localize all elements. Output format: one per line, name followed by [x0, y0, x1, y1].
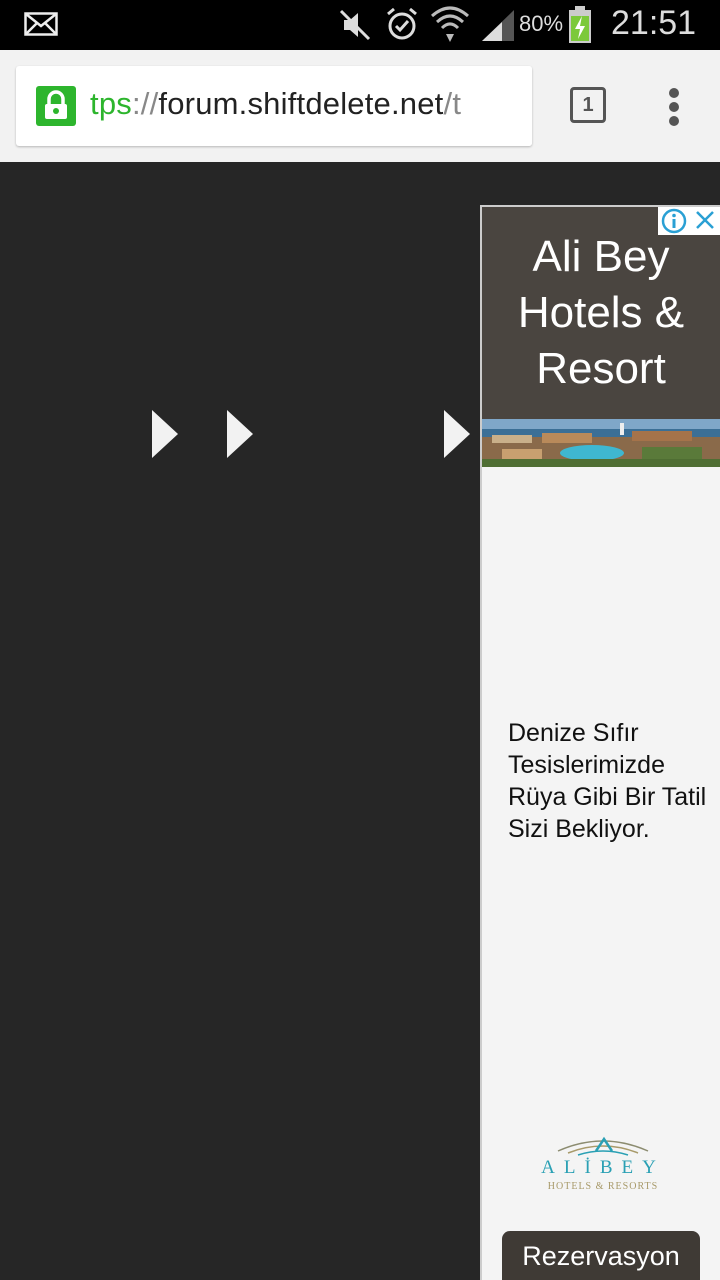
play-arrow-icon[interactable] [444, 410, 470, 458]
url-scheme: tps [90, 86, 132, 121]
alarm-icon [387, 7, 417, 40]
status-bar: 80% 21:51 [0, 0, 720, 50]
advertisement[interactable]: Ali Bey Hotels & Resort Denize Sıfır Tes… [480, 205, 720, 1280]
url-bar[interactable]: tps://forum.shiftdelete.net/t [16, 66, 532, 146]
ad-logo[interactable]: ALİBEY HOTELS & RESORTS [518, 1129, 688, 1195]
battery-charging-icon [569, 6, 591, 43]
lock-icon[interactable] [36, 86, 76, 126]
reservation-button[interactable]: Rezervasyon [502, 1231, 700, 1280]
url-fade [492, 66, 532, 146]
browser-toolbar: tps://forum.shiftdelete.net/t 1 [0, 50, 720, 162]
clock: 21:51 [611, 4, 697, 42]
ad-header[interactable]: Ali Bey Hotels & Resort [482, 207, 720, 419]
tab-switcher-button[interactable]: 1 [570, 87, 606, 123]
ad-info-button[interactable] [658, 207, 690, 235]
play-arrow-icon[interactable] [152, 410, 178, 458]
mute-icon [339, 9, 371, 41]
overflow-menu-button[interactable] [663, 88, 685, 126]
wifi-icon [431, 6, 469, 42]
ad-logo-name: ALİBEY [541, 1157, 665, 1178]
menu-dot-icon [669, 88, 679, 98]
play-arrow-icon[interactable] [227, 410, 253, 458]
ad-logo-subtitle: HOTELS & RESORTS [547, 1181, 659, 1192]
mail-icon [24, 12, 58, 36]
url-host: forum.shiftdelete.net [158, 86, 444, 121]
ad-title: Ali Bey Hotels & Resort [517, 232, 685, 393]
logo-mark-icon [557, 1136, 649, 1156]
signal-icon [482, 10, 514, 41]
url-separator: :// [131, 86, 159, 121]
ad-close-button[interactable] [690, 207, 720, 235]
url-text[interactable]: tps://forum.shiftdelete.net/t [90, 86, 461, 122]
menu-dot-icon [669, 102, 679, 112]
menu-dot-icon [669, 116, 679, 126]
battery-percent: 80% [519, 11, 564, 36]
url-path: /t [443, 86, 462, 121]
page-content: Ali Bey Hotels & Resort Denize Sıfır Tes… [0, 162, 720, 1280]
ad-body-text: Denize Sıfır Tesislerimizde Rüya Gibi Bi… [508, 719, 707, 843]
ad-hotel-photo[interactable] [482, 419, 720, 467]
